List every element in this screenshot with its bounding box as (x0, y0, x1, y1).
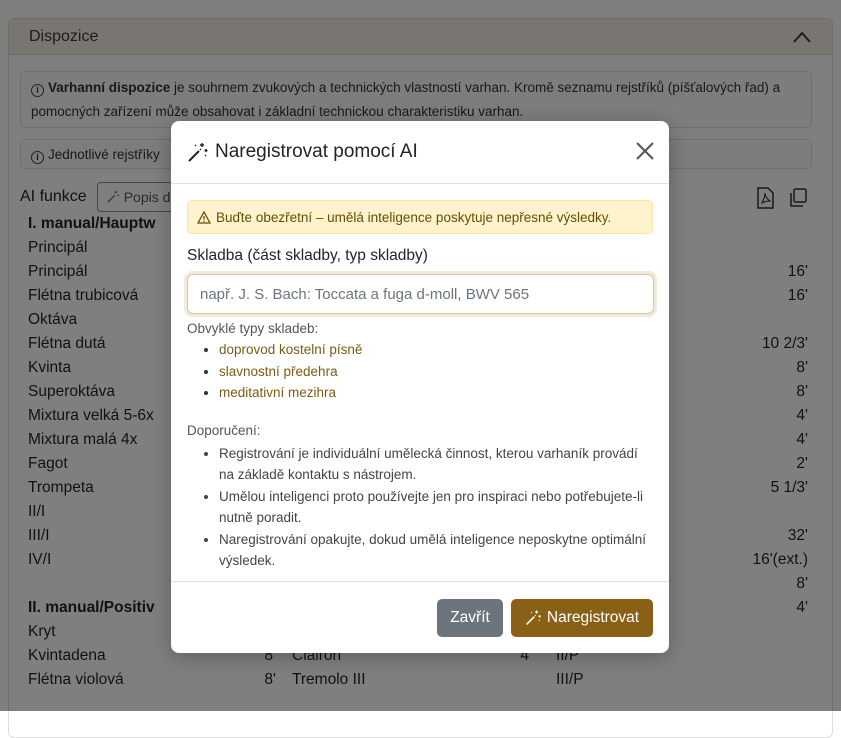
list-item: Registrování je individuální umělecká či… (219, 443, 653, 486)
composition-input[interactable] (187, 274, 654, 314)
magic-wand-icon (188, 143, 208, 162)
modal-header: Naregistrovat pomocí AI (171, 121, 669, 184)
ai-register-modal: Naregistrovat pomocí AI Buďte obezřetní … (171, 121, 669, 653)
list-item: doprovod kostelní písně (219, 339, 653, 361)
modal-title: Naregistrovat pomocí AI (187, 141, 418, 163)
composition-label: Skladba (část skladby, typ skladby) (187, 247, 428, 264)
common-types-list: doprovod kostelní písně slavnostní přede… (187, 339, 653, 404)
modal-title-text: Naregistrovat pomocí AI (215, 141, 418, 162)
type-link-hymn[interactable]: doprovod kostelní písně (219, 342, 362, 357)
recommendations-list: Registrování je individuální umělecká či… (187, 443, 653, 572)
ai-warning-alert: Buďte obezřetní – umělá inteligence posk… (187, 200, 653, 234)
close-button[interactable]: Zavřít (437, 598, 503, 637)
recommendations-label: Doporučení: (187, 422, 261, 438)
list-item: Umělou inteligenci proto používejte jen … (219, 486, 653, 529)
register-button[interactable]: Naregistrovat (511, 598, 653, 637)
type-link-prelude[interactable]: slavnostní předehra (219, 364, 338, 379)
type-link-interlude[interactable]: meditativní mezihra (219, 385, 336, 400)
warning-triangle-icon (197, 210, 211, 224)
common-types-label: Obvyklé typy skladeb: (187, 321, 319, 336)
register-button-label: Naregistrovat (546, 608, 640, 626)
close-icon[interactable] (635, 141, 655, 161)
list-item: meditativní mezihra (219, 382, 653, 404)
modal-body: Buďte obezřetní – umělá inteligence posk… (171, 184, 669, 588)
warning-text: Buďte obezřetní – umělá inteligence posk… (216, 209, 612, 225)
list-item: slavnostní předehra (219, 361, 653, 383)
list-item: Naregistrování opakujte, dokud umělá int… (219, 529, 653, 572)
modal-footer: Zavřít Naregistrovat (171, 581, 669, 653)
magic-wand-icon (525, 610, 541, 626)
